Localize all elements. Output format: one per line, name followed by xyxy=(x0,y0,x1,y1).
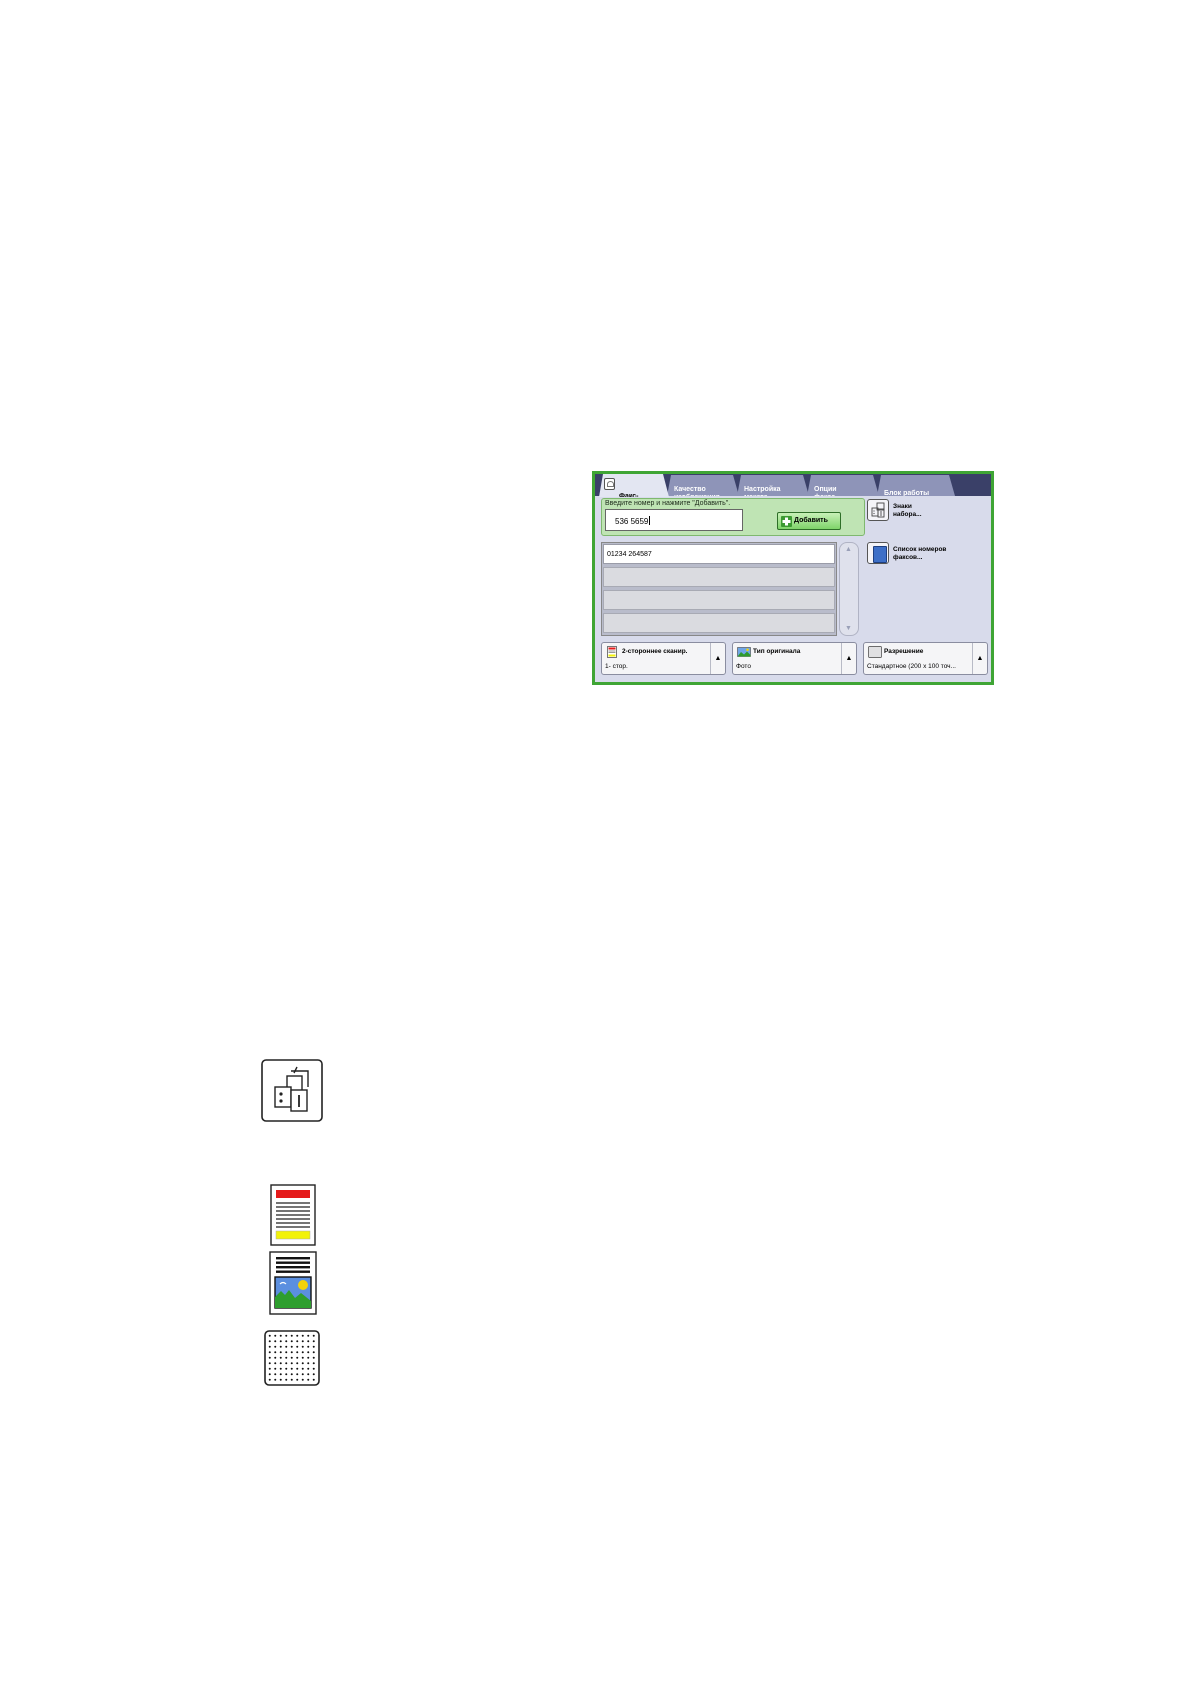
add-button-label: Добавить xyxy=(794,517,828,524)
original-type-photo-icon xyxy=(269,1251,317,1315)
dial-characters-icon xyxy=(867,499,889,521)
chevron-up-icon[interactable]: ▲ xyxy=(972,643,987,674)
number-entry-area: Введите номер и нажмите "Добавить". 536 … xyxy=(601,498,865,536)
tab-layout-adjustment[interactable]: Настройка макета xyxy=(737,475,809,496)
address-book-icon xyxy=(867,542,889,564)
list-scrollbar[interactable]: ▲ ▼ xyxy=(839,542,859,636)
list-item[interactable] xyxy=(603,590,835,610)
two-sided-scan-title: 2-стороннее сканир. xyxy=(622,648,688,655)
two-sided-scan-icon xyxy=(607,646,617,658)
resolution-title: Разрешение xyxy=(884,648,924,655)
fax-list-button[interactable]: Список номеров факсов... xyxy=(867,542,987,566)
resolution-button[interactable]: Разрешение Стандартное (200 x 100 точ...… xyxy=(863,642,988,675)
list-item[interactable] xyxy=(603,613,835,633)
scroll-down-icon[interactable]: ▼ xyxy=(845,625,852,632)
tab-job-assembly[interactable]: Блок работы xyxy=(877,475,955,496)
two-sided-scan-button[interactable]: 2-стороннее сканир. 1- стор. ▲ xyxy=(601,642,726,675)
original-type-title: Тип оригинала xyxy=(753,648,801,655)
plus-icon xyxy=(781,516,792,527)
fax-number-input[interactable]: 536 5659 xyxy=(605,509,743,531)
recipient-list: 01234 264587 xyxy=(601,542,837,636)
resolution-value: Стандартное (200 x 100 точ... xyxy=(867,663,956,670)
chevron-up-icon[interactable]: ▲ xyxy=(710,643,725,674)
dial-characters-icon xyxy=(261,1059,323,1122)
resolution-icon xyxy=(264,1330,320,1386)
tab-fax-server[interactable]: Факс- сервер xyxy=(599,474,669,497)
fax-server-icon xyxy=(604,478,615,490)
fax-list-label: Список номеров факсов... xyxy=(893,546,947,561)
entry-label: Введите номер и нажмите "Добавить". xyxy=(605,500,731,507)
add-button[interactable]: Добавить xyxy=(777,512,841,530)
tab-fax-options[interactable]: Опции факса xyxy=(807,475,879,496)
tab-bar: Факс- сервер Качество изображения Настро… xyxy=(595,474,991,496)
chevron-up-icon[interactable]: ▲ xyxy=(841,643,856,674)
list-item[interactable] xyxy=(603,567,835,587)
original-type-photo-icon xyxy=(737,647,751,657)
dial-characters-button[interactable]: Знаки набора... xyxy=(867,499,987,523)
tab-image-quality[interactable]: Качество изображения xyxy=(667,475,739,496)
resolution-icon xyxy=(868,646,882,658)
list-item-text: 01234 264587 xyxy=(607,551,652,558)
fax-number-value: 536 5659 xyxy=(615,517,649,526)
original-type-button[interactable]: Тип оригинала Фото ▲ xyxy=(732,642,857,675)
status-bar xyxy=(595,682,991,685)
list-item[interactable]: 01234 264587 xyxy=(603,544,835,564)
scroll-up-icon[interactable]: ▲ xyxy=(845,546,852,553)
two-sided-scan-icon xyxy=(270,1184,316,1246)
fax-screen: Факс- сервер Качество изображения Настро… xyxy=(592,471,994,685)
dial-characters-label: Знаки набора... xyxy=(893,503,922,518)
two-sided-scan-value: 1- стор. xyxy=(605,663,628,670)
text-caret xyxy=(649,516,651,525)
fax-panel: Введите номер и нажмите "Добавить". 536 … xyxy=(595,496,991,682)
original-type-value: Фото xyxy=(736,663,751,670)
